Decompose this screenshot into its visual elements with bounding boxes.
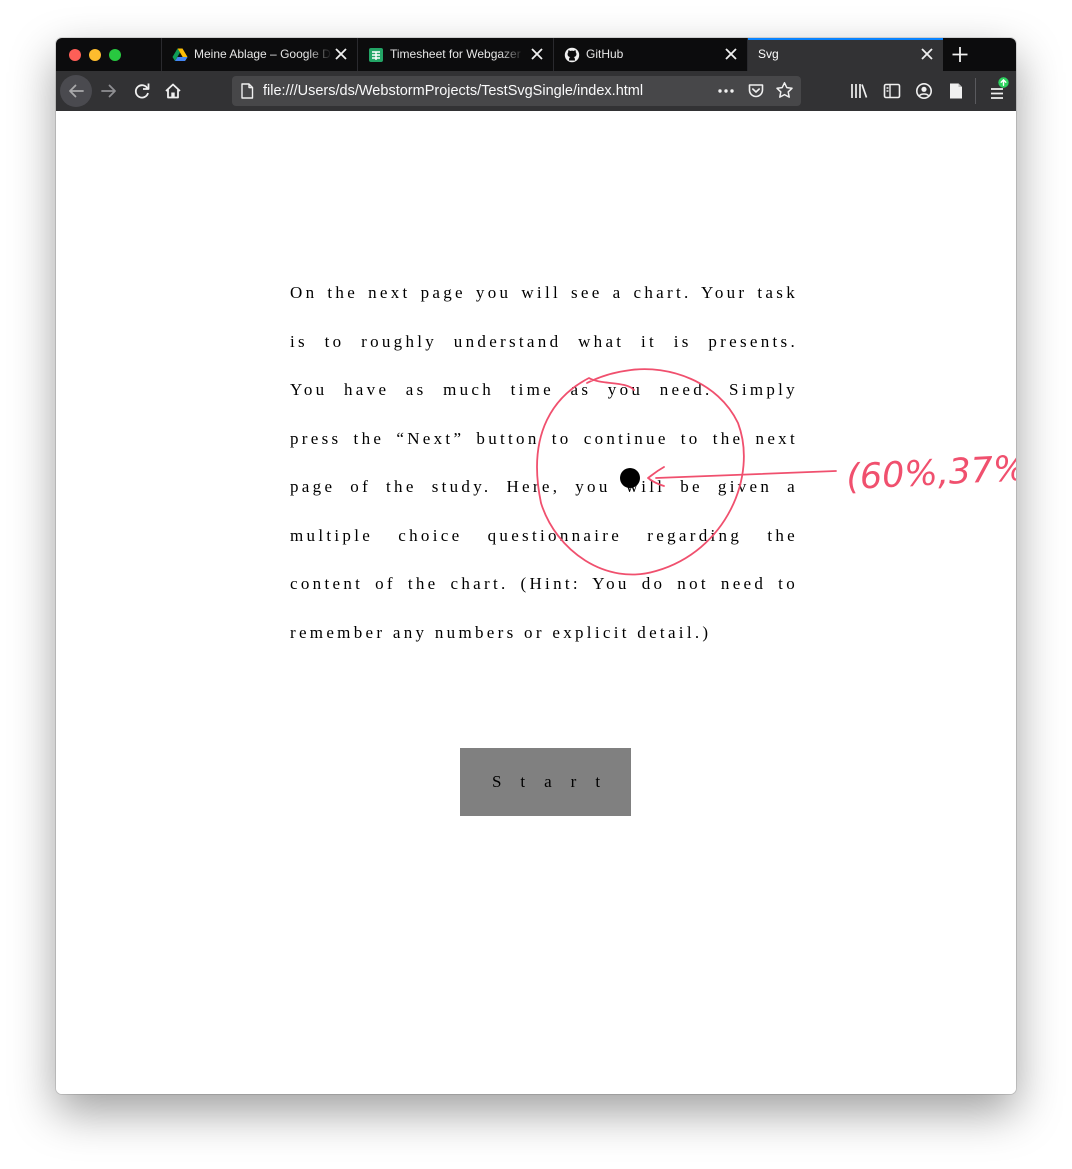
google-drive-icon: [172, 48, 188, 61]
reload-icon[interactable]: [126, 75, 158, 107]
close-window-button[interactable]: [69, 49, 81, 61]
zoom-window-button[interactable]: [109, 49, 121, 61]
browser-window: Meine Ablage – Google Drive Timesheet fo…: [56, 38, 1016, 1094]
tab-google-drive[interactable]: Meine Ablage – Google Drive: [161, 38, 357, 71]
library-icon[interactable]: [849, 81, 869, 101]
instructions-text: On the next page you will see a chart. Y…: [290, 283, 798, 671]
tab-title: Svg: [758, 47, 779, 61]
close-tab-icon[interactable]: [527, 44, 547, 64]
tab-strip: Meine Ablage – Google Drive Timesheet fo…: [56, 38, 1016, 71]
account-icon[interactable]: [914, 81, 934, 101]
start-button[interactable]: Start: [460, 748, 631, 816]
more-actions-icon[interactable]: [716, 83, 736, 99]
home-icon[interactable]: [157, 75, 189, 107]
back-button[interactable]: [60, 75, 92, 107]
tab-timesheet[interactable]: Timesheet for Webgazer Study: [357, 38, 553, 71]
github-icon: [564, 47, 580, 63]
bookmark-star-icon[interactable]: [775, 81, 794, 100]
instruction-line: content of the chart. (Hint: You do not …: [290, 574, 798, 593]
url-bar[interactable]: file:///Users/ds/WebstormProjects/TestSv…: [232, 76, 801, 106]
page-viewport: On the next page you will see a chart. Y…: [56, 111, 1016, 1094]
pocket-icon[interactable]: [747, 82, 765, 100]
tab-github[interactable]: GitHub: [553, 38, 747, 71]
close-tab-icon[interactable]: [917, 44, 937, 64]
instruction-line: page of the study. Here, you will be giv…: [290, 477, 798, 496]
forward-icon[interactable]: [94, 75, 126, 107]
navigation-toolbar: file:///Users/ds/WebstormProjects/TestSv…: [56, 71, 1016, 111]
tab-title: GitHub: [586, 47, 624, 61]
menu-update-icon[interactable]: [986, 76, 1012, 104]
gaze-coordinate-label: (60%,37%): [845, 448, 1016, 498]
tab-svg[interactable]: Svg: [747, 38, 943, 71]
google-sheets-icon: [369, 48, 383, 62]
reader-view-icon[interactable]: [946, 81, 966, 101]
tab-title: Meine Ablage – Google Drive: [194, 47, 332, 61]
instruction-line: remember any numbers or explicit detail.…: [290, 622, 712, 642]
instruction-line: is to roughly understand what it is pres…: [290, 331, 798, 351]
instruction-line: You have as much time as you need. Simpl…: [290, 380, 798, 399]
new-tab-icon[interactable]: [944, 38, 976, 71]
tab-title: Timesheet for Webgazer Study: [390, 47, 524, 61]
arrow-left-icon: [69, 84, 84, 98]
close-tab-icon[interactable]: [721, 44, 741, 64]
toolbar-divider: [975, 78, 976, 104]
url-text[interactable]: file:///Users/ds/WebstormProjects/TestSv…: [263, 83, 643, 100]
instruction-line: On the next page you will see a chart. Y…: [290, 283, 798, 302]
close-tab-icon[interactable]: [331, 44, 351, 64]
instruction-line: press the “Next” button to continue to t…: [290, 428, 798, 448]
minimize-window-button[interactable]: [89, 49, 101, 61]
sidebar-icon[interactable]: [882, 81, 902, 101]
instruction-line: multiple choice questionnaire regarding …: [290, 525, 798, 545]
page-icon: [241, 83, 254, 99]
